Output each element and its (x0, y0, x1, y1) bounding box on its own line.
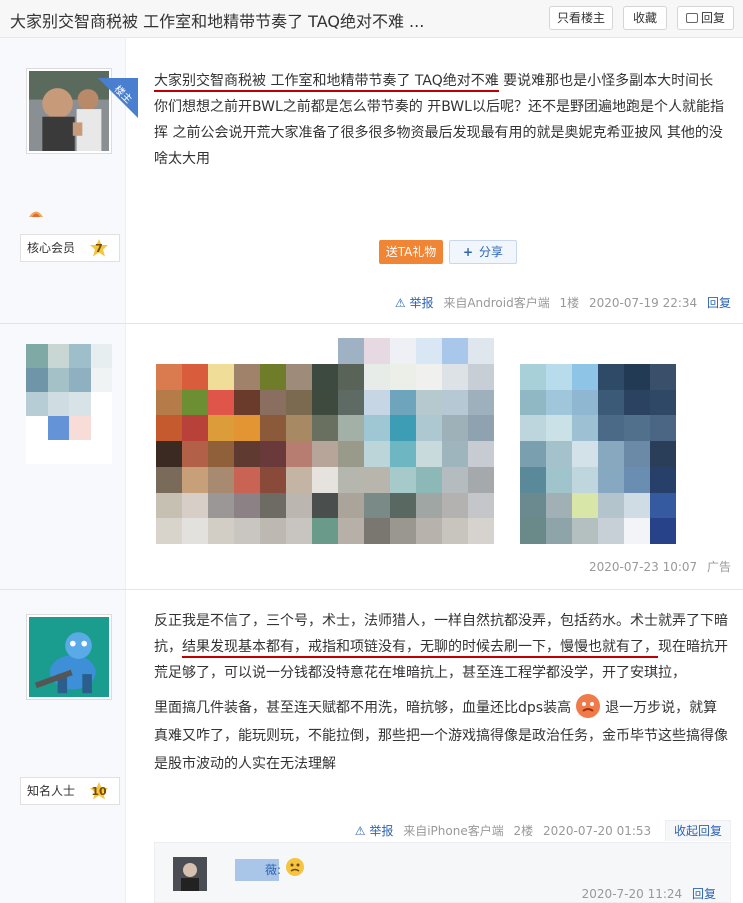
send-gift-button[interactable]: 送TA礼物 (379, 240, 443, 264)
post-content-continued: 里面搞几件装备，甚至连天赋都不用洗，暗抗够，血量还比dps装高 退一万步说，就算… (154, 693, 731, 778)
avatar-image (29, 617, 109, 697)
post-content: 大家别交智商税被 工作室和地精带节奏了 TAQ绝对不难 要说难那也是小怪多副本大… (154, 68, 731, 172)
collapse-replies-button[interactable]: 收起回复 (664, 820, 731, 841)
rank-label: 核心会员 (27, 241, 76, 255)
underlined-text: 结果发现基本都有，戒指和项链没有，无聊的时候去刷一下，慢慢也就有了， (182, 639, 658, 658)
report-link[interactable]: ⚠ 举报 (395, 296, 434, 310)
post-text: 里面搞几件装备，甚至连天赋都不用洗，暗抗够，血量还比dps装高 (154, 700, 572, 716)
sub-reply-time: 2020-7-20 11:24 (581, 887, 683, 901)
emoji-icon (285, 857, 305, 877)
op-corner-badge: 楼主 (98, 78, 138, 118)
pixelated-ad-image-left (156, 338, 494, 544)
floor-number: 1楼 (559, 296, 580, 310)
avatar[interactable] (26, 614, 112, 700)
reply-link[interactable]: 回复 (707, 296, 731, 310)
sub-reply-avatar[interactable] (173, 857, 207, 891)
share-plus-icon: + (462, 245, 474, 259)
post-floor-1: 楼主 核心会员 7 大家别交智商税被 工作室和地精带节奏了 TAQ绝对不难 要说… (0, 38, 743, 324)
rank-label: 知名人士 (27, 784, 76, 798)
pixelated-avatar (26, 344, 112, 464)
sub-reply-reply-link[interactable]: 回复 (692, 887, 716, 901)
thread-header: 大家别交智商税被 工作室和地精带节奏了 TAQ绝对不难 ... 只看楼主 收藏 … (0, 0, 743, 38)
ad-post: 2020-07-23 10:07 广告 (0, 324, 743, 590)
level-badge: 10 (89, 781, 109, 801)
report-label: 举报 (409, 296, 434, 310)
reply-button[interactable]: 回复 (677, 6, 734, 30)
share-label: 分享 (479, 245, 504, 259)
ad-label: 广告 (706, 560, 731, 574)
thread-title: 大家别交智商税被 工作室和地精带节奏了 TAQ绝对不难 ... (10, 12, 425, 31)
client-source: 来自iPhone客户端 (403, 824, 504, 838)
member-rank: 核心会员 7 (20, 234, 120, 262)
fan-icon (28, 206, 44, 218)
ad-meta: 2020-07-23 10:07 广告 (583, 558, 731, 575)
post-time: 2020-07-20 01:53 (543, 824, 652, 838)
floor-number: 2楼 (513, 824, 534, 838)
share-button[interactable]: + 分享 (449, 240, 517, 264)
sub-reply: 薇: 2020-7-20 11:24 回复 (154, 842, 731, 903)
post-content: 反正我是不信了，三个号，术士，法师猎人，一样自然抗都没弄，包括药水。术士就弄了下… (154, 608, 731, 686)
angry-face-emoji (575, 693, 601, 719)
avatar-photo (29, 71, 109, 151)
level-number: 10 (91, 785, 107, 798)
comment-icon (685, 13, 698, 23)
level-number: 7 (95, 242, 103, 255)
post-meta: ⚠ 举报 来自Android客户端 1楼 2020-07-19 22:34 回复 (389, 294, 731, 311)
report-label: 举报 (369, 824, 394, 838)
post-time: 2020-07-23 10:07 (589, 560, 698, 574)
only-op-button[interactable]: 只看楼主 (549, 6, 613, 30)
member-rank: 知名人士 10 (20, 777, 120, 805)
pixelated-ad-image-right (520, 364, 676, 544)
post-time: 2020-07-19 22:34 (589, 296, 698, 310)
sub-reply-name-fragment: 薇: (265, 863, 282, 877)
reply-button-label: 回复 (700, 11, 725, 25)
sub-reply-avatar-image (173, 857, 207, 891)
report-link[interactable]: ⚠ 举报 (355, 824, 394, 838)
level-badge: 7 (89, 238, 109, 258)
underlined-text: 大家别交智商税被 工作室和地精带节奏了 TAQ绝对不难 (154, 73, 499, 92)
sub-reply-meta: 2020-7-20 11:24 回复 (582, 885, 716, 902)
post-meta: ⚠ 举报 来自iPhone客户端 2楼 2020-07-20 01:53 收起回… (349, 820, 731, 841)
client-source: 来自Android客户端 (443, 296, 550, 310)
favorite-button[interactable]: 收藏 (623, 6, 667, 30)
